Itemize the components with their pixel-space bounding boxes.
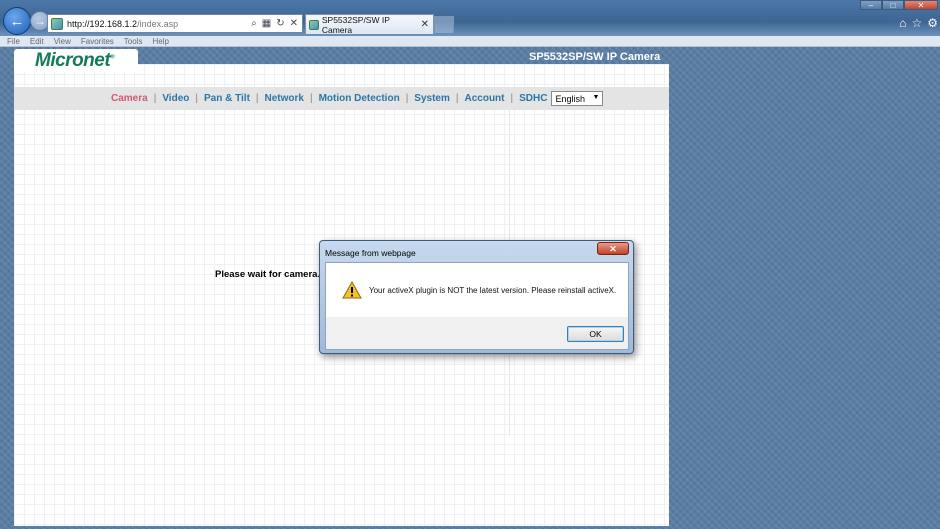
menu-help[interactable]: Help — [152, 36, 168, 46]
forward-arrow-icon: → — [34, 14, 46, 28]
nav-account[interactable]: Account — [464, 93, 504, 104]
nav-separator: | — [510, 93, 514, 104]
language-value: English — [555, 93, 585, 104]
nav-separator: | — [255, 93, 259, 104]
dialog-body: Your activeX plugin is NOT the latest ve… — [325, 262, 629, 350]
dialog-close-button[interactable]: ✕ — [597, 242, 629, 255]
tab-site-icon — [309, 19, 319, 30]
refresh-icon[interactable]: ↻ — [276, 18, 284, 29]
menu-edit[interactable]: Edit — [30, 36, 44, 46]
new-tab-button[interactable] — [434, 16, 454, 33]
nav-separator: | — [309, 93, 313, 104]
wait-message: Please wait for camera. — [215, 269, 321, 280]
warning-icon — [342, 281, 362, 299]
nav-sdhc[interactable]: SDHC — [519, 93, 547, 104]
dialog-title: Message from webpage — [325, 248, 416, 258]
back-button[interactable]: ← — [3, 7, 31, 35]
micronet-logo: Micronet® — [35, 50, 115, 71]
message-dialog: Message from webpage ✕ Your activeX plug… — [319, 240, 634, 354]
nav-camera[interactable]: Camera — [111, 93, 148, 104]
page-header-title: SP5532SP/SW IP Camera — [529, 51, 661, 63]
back-arrow-icon: ← — [9, 12, 25, 30]
search-icon[interactable]: ⌕ — [251, 18, 257, 29]
favorites-star-icon[interactable]: ☆ — [911, 16, 922, 30]
menu-file[interactable]: File — [7, 36, 20, 46]
address-tools: ⌕ ▦ ↻ ✕ — [251, 18, 298, 29]
chevron-down-icon: ▼ — [592, 94, 600, 101]
nav-system[interactable]: System — [414, 93, 450, 104]
url-path: /index.asp — [137, 18, 179, 29]
main-nav: Camera | Video | Pan & Tilt | Network | … — [14, 87, 669, 110]
home-icon[interactable]: ⌂ — [899, 16, 906, 30]
nav-video[interactable]: Video — [162, 93, 189, 104]
language-select[interactable]: English ▼ — [551, 91, 604, 106]
browser-titlebar: ← → http://192.168.1.2/index.asp ⌕ ▦ ↻ ✕… — [0, 0, 940, 36]
tab-title: SP5532SP/SW IP Camera — [321, 14, 390, 35]
gear-icon[interactable]: ⚙ — [927, 16, 938, 30]
menu-tools[interactable]: Tools — [124, 36, 143, 46]
window-controls: – □ ✕ — [860, 0, 938, 10]
nav-separator: | — [455, 93, 459, 104]
nav-separator: | — [153, 93, 157, 104]
window-close-button[interactable]: ✕ — [904, 0, 938, 10]
dialog-message: Your activeX plugin is NOT the latest ve… — [369, 286, 617, 295]
address-bar[interactable]: http://192.168.1.2/index.asp ⌕ ▦ ↻ ✕ — [47, 14, 303, 33]
tab-close-icon[interactable]: ✕ — [421, 19, 429, 30]
menu-favorites[interactable]: Favorites — [81, 36, 114, 46]
nav-network[interactable]: Network — [265, 93, 304, 104]
browser-icons: ⌂ ☆ ⚙ — [899, 16, 938, 30]
minimize-button[interactable]: – — [860, 0, 882, 10]
tab-camera[interactable]: SP5532SP/SW IP Camera ✕ — [305, 14, 434, 35]
url-host: http://192.168.1.2 — [67, 18, 138, 29]
menu-view[interactable]: View — [54, 36, 71, 46]
maximize-button[interactable]: □ — [882, 0, 904, 10]
site-icon — [51, 17, 63, 30]
nav-pan-tilt[interactable]: Pan & Tilt — [204, 93, 250, 104]
menu-bar: File Edit View Favorites Tools Help — [0, 36, 940, 47]
nav-separator: | — [405, 93, 409, 104]
close-icon: ✕ — [609, 244, 617, 254]
compat-view-icon[interactable]: ▦ — [262, 18, 271, 29]
nav-motion-detection[interactable]: Motion Detection — [319, 93, 400, 104]
nav-separator: | — [195, 93, 198, 104]
ok-button[interactable]: OK — [567, 326, 624, 342]
stop-icon[interactable]: ✕ — [290, 18, 298, 29]
